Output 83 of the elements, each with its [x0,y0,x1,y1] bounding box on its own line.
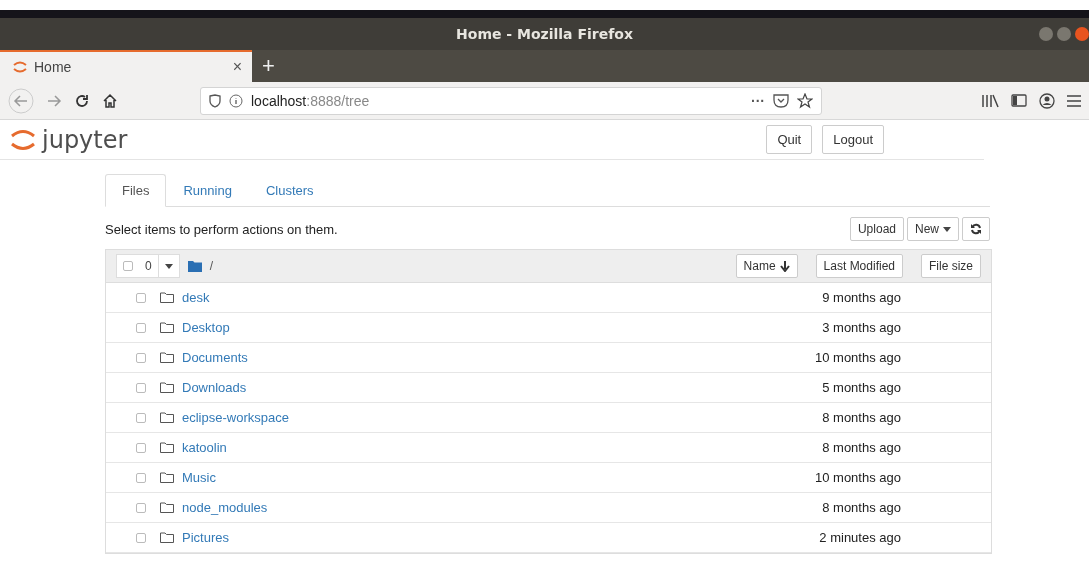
folder-link[interactable]: Documents [182,350,701,365]
new-tab-button[interactable]: + [252,50,285,82]
close-button[interactable] [1075,27,1089,41]
header-button[interactable]: Logout [822,125,884,154]
jupyter-logo-text: jupyter [42,125,128,154]
home-icon[interactable] [102,92,118,109]
folder-link[interactable]: node_modules [182,500,701,515]
caret-icon[interactable] [164,263,173,269]
tab[interactable]: Files [105,174,167,207]
url-text: localhost:8888/tree [251,92,371,109]
menu-icon[interactable] [1067,94,1081,107]
modified-time: 2 minutes ago [818,530,901,545]
tab[interactable]: Running [166,174,249,207]
folder-link[interactable]: Desktop [182,320,701,335]
folder-icon [160,532,174,543]
instruction-text: Select items to perform actions on them. [105,221,338,237]
checkbox[interactable] [123,261,133,271]
checkbox[interactable] [136,352,146,363]
caret-icon [943,226,951,232]
window-title: Home - Mozilla Firefox [456,26,633,42]
browser-tab[interactable]: Home × [0,50,252,82]
column-sort-button[interactable]: Last Modified [815,254,903,278]
minimize-button[interactable] [1039,27,1053,41]
jupyter-logo-icon [10,127,36,152]
folder-icon [160,382,174,393]
modified-time: 3 months ago [821,320,901,335]
upload-button[interactable]: Upload [849,217,904,241]
folder-link[interactable]: Pictures [182,530,701,545]
breadcrumb-link[interactable]: / [209,259,214,273]
checkbox[interactable] [136,532,146,543]
checkbox[interactable] [136,472,146,483]
modified-time: 8 months ago [821,410,901,425]
more-actions-button[interactable]: ··· [751,92,765,109]
checkbox[interactable] [136,322,146,333]
sort-down-arrow-icon [779,260,790,272]
header-button[interactable]: Quit [766,125,813,154]
folder-icon [160,292,174,303]
select-menu[interactable]: 0 [116,254,180,278]
modified-time: 9 months ago [821,290,901,305]
checkbox[interactable] [136,502,146,513]
folder-icon [160,472,174,483]
checkbox[interactable] [136,382,146,393]
address-bar[interactable]: localhost:8888/tree ··· [200,86,822,115]
folder-link[interactable]: katoolin [182,440,701,455]
checkbox[interactable] [136,292,146,303]
star-icon[interactable] [797,92,813,109]
folder-icon [160,442,174,453]
folder-icon [160,322,174,333]
info-icon [229,93,243,108]
jupyter-logo-icon [12,60,28,74]
folder-link[interactable]: Downloads [182,380,701,395]
column-sort-button[interactable]: File size [921,254,981,278]
folder-icon [160,412,174,423]
selected-count: 0 [144,258,153,275]
tab[interactable]: Clusters [248,174,331,207]
tab-title: Home [34,59,73,75]
new-button[interactable]: New [907,217,959,241]
library-icon[interactable] [981,93,999,108]
modified-time: 10 months ago [814,350,901,365]
modified-time: 8 months ago [821,500,901,515]
modified-time: 5 months ago [821,380,901,395]
reload-icon[interactable] [74,92,90,109]
folder-icon [160,352,174,363]
back-icon[interactable] [8,87,34,114]
refresh-button[interactable] [962,217,990,241]
refresh-icon [970,223,982,235]
folder-icon [160,502,174,513]
folder-link[interactable]: desk [182,290,701,305]
modified-time: 8 months ago [821,440,901,455]
pocket-icon[interactable] [773,93,789,108]
shield-icon [209,93,221,108]
checkbox[interactable] [136,412,146,423]
forward-icon[interactable] [46,93,62,108]
sidebar-icon[interactable] [1011,94,1027,107]
close-tab-button[interactable]: × [232,58,242,76]
account-icon[interactable] [1039,92,1055,109]
column-sort-button[interactable]: Name [735,254,798,278]
checkbox[interactable] [136,442,146,453]
folder-link[interactable]: Music [182,470,701,485]
folder-icon[interactable] [187,260,202,272]
modified-time: 10 months ago [814,470,901,485]
folder-link[interactable]: eclipse-workspace [182,410,701,425]
maximize-button[interactable] [1057,27,1071,41]
